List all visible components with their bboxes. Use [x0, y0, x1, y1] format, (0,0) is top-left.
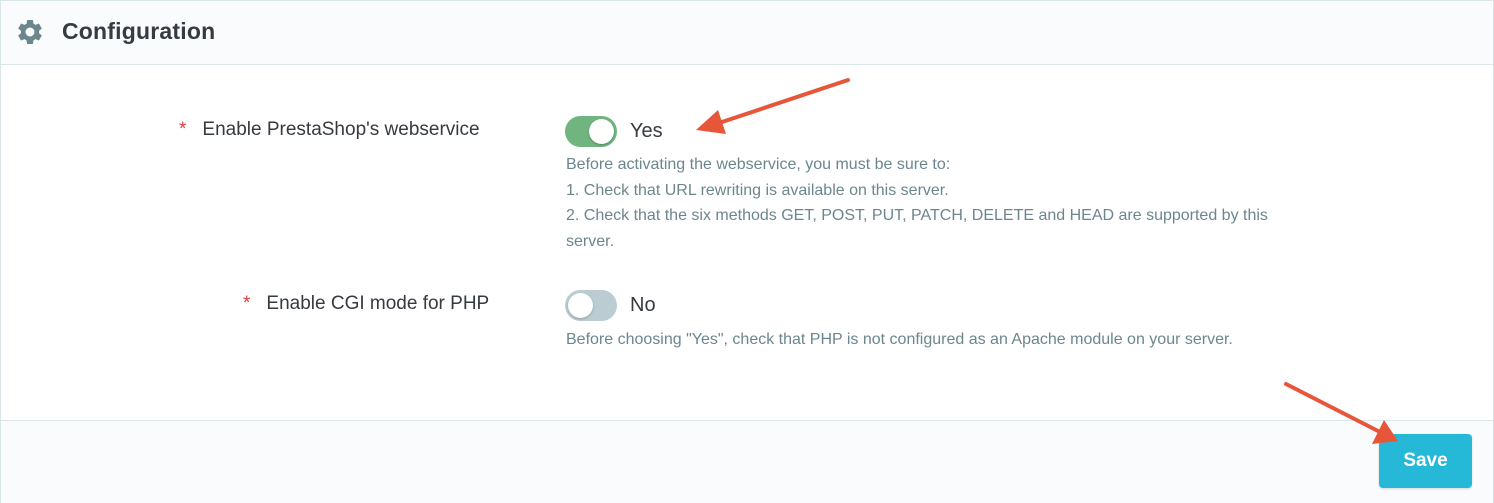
help-line: 1. Check that URL rewriting is available… — [566, 181, 949, 199]
webservice-toggle-state: Yes — [630, 120, 663, 142]
webservice-toggle[interactable] — [565, 116, 617, 147]
webservice-help-text: Before activating the webservice, you mu… — [566, 152, 1268, 254]
cgi-mode-label-text: Enable CGI mode for PHP — [266, 293, 490, 314]
toggle-knob — [568, 293, 593, 318]
configuration-panel: Configuration * Enable PrestaShop's webse… — [0, 0, 1494, 503]
cgi-mode-toggle[interactable] — [565, 290, 617, 321]
help-line: Before choosing "Yes", check that PHP is… — [566, 331, 1233, 348]
cgi-mode-help-text: Before choosing "Yes", check that PHP is… — [566, 327, 1233, 353]
help-line: 2. Check that the six methods GET, POST,… — [566, 207, 1268, 224]
toggle-knob — [589, 119, 614, 144]
required-marker: * — [179, 119, 187, 140]
gear-icon — [18, 19, 42, 44]
save-button[interactable]: Save — [1379, 434, 1472, 488]
help-line: server. — [566, 232, 615, 250]
panel-footer — [1, 420, 1493, 503]
required-marker: * — [243, 293, 251, 314]
help-line: Before activating the webservice, you mu… — [566, 156, 951, 173]
cgi-mode-label: * Enable CGI mode for PHP — [243, 293, 489, 315]
cgi-mode-toggle-state: No — [630, 294, 656, 316]
panel-title: Configuration — [62, 18, 216, 44]
panel-header: Configuration — [1, 1, 1493, 65]
webservice-label: * Enable PrestaShop's webservice — [179, 119, 480, 141]
webservice-label-text: Enable PrestaShop's webservice — [202, 119, 480, 140]
